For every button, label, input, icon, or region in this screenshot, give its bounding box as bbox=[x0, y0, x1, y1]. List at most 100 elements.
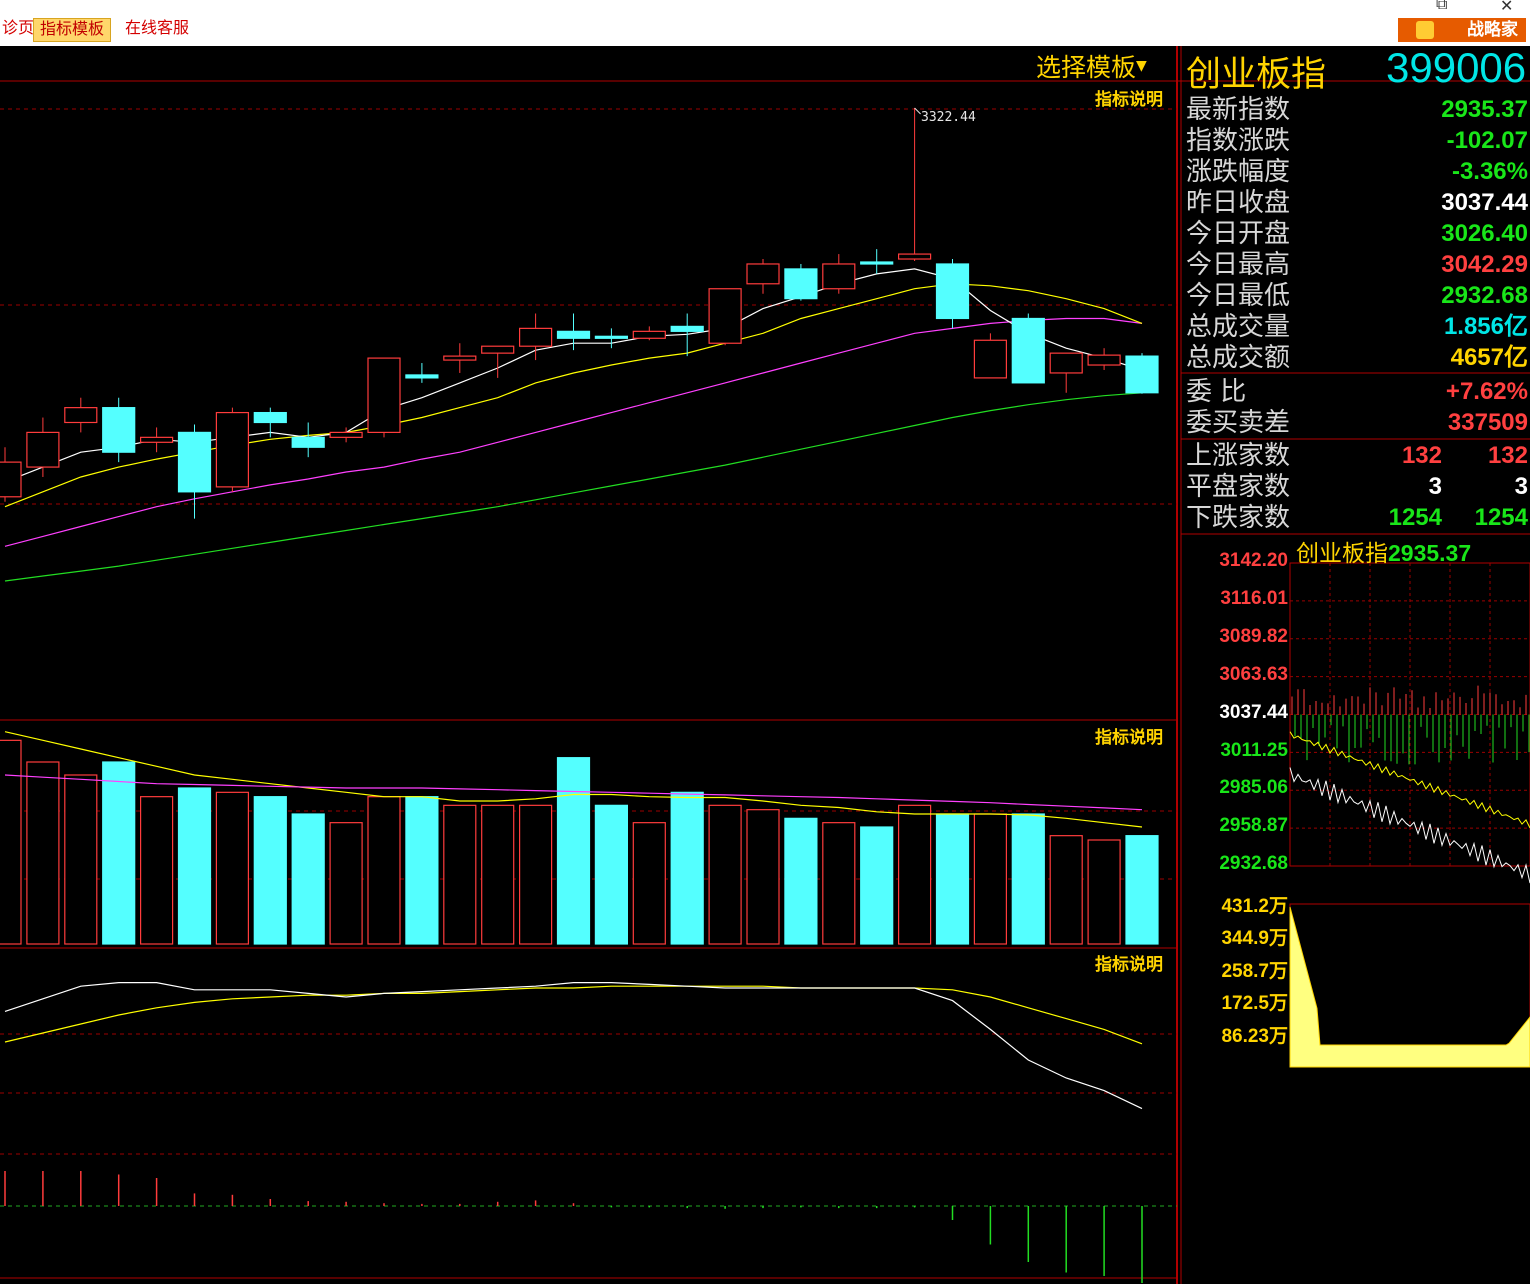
mini-volume-area bbox=[1289, 906, 1530, 1068]
chart-area bbox=[0, 46, 1530, 1284]
volume-bar bbox=[784, 817, 818, 945]
volume-bar bbox=[481, 804, 515, 945]
candle-body bbox=[405, 374, 439, 379]
mini-price-tick: 3089.82 bbox=[1219, 625, 1288, 647]
candle-body bbox=[822, 263, 856, 290]
candle-body bbox=[177, 431, 212, 493]
candle-body bbox=[594, 335, 629, 339]
volume-bar bbox=[102, 761, 136, 945]
volume-bar bbox=[632, 822, 666, 945]
volume-bar bbox=[443, 804, 477, 945]
quote-6-label: 今日最低 bbox=[1186, 281, 1291, 311]
mini-volume-tick: 344.9万 bbox=[1221, 928, 1288, 950]
volume-bar bbox=[746, 809, 780, 945]
breadth-1-value: 3 bbox=[1428, 473, 1442, 500]
volume-bar bbox=[0, 739, 22, 945]
mini-price-tick: 3063.63 bbox=[1219, 663, 1288, 685]
volume-bar bbox=[215, 791, 249, 945]
candle-body bbox=[1125, 355, 1159, 394]
mini-price-tick: 2985.06 bbox=[1219, 777, 1288, 799]
quote-4-label: 今日开盘 bbox=[1186, 219, 1291, 249]
candle-body bbox=[670, 325, 704, 332]
candle-body bbox=[973, 339, 1008, 379]
select-template-label: 选择模板 bbox=[1036, 53, 1137, 82]
order-0-value: +7.62% bbox=[1445, 378, 1528, 405]
candle-body bbox=[291, 436, 325, 448]
breadth-2-label: 下跌家数 bbox=[1186, 503, 1291, 533]
index-code: 399006 bbox=[1386, 44, 1527, 91]
tab-indicator-template[interactable]: 指标模板 bbox=[33, 18, 112, 42]
indicator-explain-1[interactable]: 指标说明 bbox=[1095, 85, 1163, 110]
candle-body bbox=[367, 357, 401, 433]
candle-body bbox=[708, 288, 742, 344]
breadth-0-label: 上涨家数 bbox=[1186, 441, 1291, 471]
breadth-1-label: 平盘家数 bbox=[1186, 472, 1291, 502]
quote-6-value: 2932.68 bbox=[1441, 282, 1528, 309]
strategist-button[interactable]: 战略家 bbox=[1398, 18, 1526, 42]
quote-2-label: 涨跌幅度 bbox=[1186, 157, 1291, 187]
volume-bar bbox=[1087, 839, 1121, 945]
volume-bar bbox=[935, 813, 970, 945]
ma5-line bbox=[4, 268, 1143, 483]
breadth-0-value-2: 132 bbox=[1487, 442, 1528, 469]
quote-8-label: 总成交额 bbox=[1186, 343, 1291, 373]
candle-body bbox=[1011, 317, 1045, 384]
tab-online-service[interactable]: 在线客服 bbox=[119, 18, 195, 40]
candle-body bbox=[632, 330, 666, 339]
mini-price-tick: 2932.68 bbox=[1219, 853, 1288, 875]
quote-7-label: 总成交量 bbox=[1186, 312, 1291, 342]
volume-bar bbox=[973, 813, 1008, 945]
mini-chart-title: 创业板指2935.37 bbox=[1296, 534, 1471, 568]
mini-volume-frame bbox=[1289, 903, 1530, 1068]
volume-bar bbox=[518, 804, 553, 945]
candle-body bbox=[1049, 352, 1083, 374]
order-1-label: 委买卖差 bbox=[1186, 408, 1291, 438]
ma60-line bbox=[4, 392, 1143, 582]
mini-avg-line bbox=[1289, 731, 1530, 829]
volume-bar bbox=[556, 757, 591, 945]
quote-0-label: 最新指数 bbox=[1186, 95, 1291, 125]
mini-chart-name: 创业板指 bbox=[1296, 541, 1388, 567]
order-1-value: 337509 bbox=[1447, 409, 1528, 436]
candle-body bbox=[102, 407, 136, 453]
candle-body bbox=[253, 411, 287, 424]
candle-body bbox=[935, 263, 970, 320]
candle-body bbox=[26, 431, 60, 468]
candle-body bbox=[140, 436, 174, 443]
mini-volume-tick: 431.2万 bbox=[1221, 896, 1288, 917]
quote-5-label: 今日最高 bbox=[1186, 250, 1291, 280]
candle-body bbox=[897, 253, 932, 260]
breadth-2-value: 1254 bbox=[1388, 504, 1442, 531]
mini-volume-tick: 258.7万 bbox=[1221, 960, 1288, 982]
osc-fast-line bbox=[4, 981, 1143, 1110]
volume-bar bbox=[1011, 813, 1045, 945]
volume-bar bbox=[860, 826, 894, 945]
indicator-explain-3[interactable]: 指标说明 bbox=[1095, 950, 1163, 975]
candle-body bbox=[64, 407, 98, 424]
candle-body bbox=[0, 461, 22, 498]
quote-1-label: 指数涨跌 bbox=[1186, 126, 1291, 156]
indicator-explain-2[interactable]: 指标说明 bbox=[1095, 723, 1163, 748]
candle-body bbox=[329, 431, 363, 438]
ma20-line bbox=[4, 317, 1143, 547]
candle-body bbox=[215, 411, 249, 488]
candle-body bbox=[860, 261, 894, 265]
mini-volume-tick: 86.23万 bbox=[1221, 1025, 1288, 1047]
volume-bar bbox=[64, 774, 98, 945]
restore-icon[interactable]: ⧉ bbox=[1436, 0, 1447, 14]
volume-bar bbox=[177, 787, 212, 945]
volume-bar bbox=[1125, 835, 1159, 945]
volume-bar bbox=[708, 804, 742, 945]
volume-bar bbox=[140, 796, 174, 945]
breadth-2-value-2: 1254 bbox=[1474, 504, 1528, 531]
candle-body bbox=[481, 345, 515, 354]
volume-bar bbox=[1049, 835, 1083, 945]
select-template-dropdown[interactable]: 选择模板▼ bbox=[1036, 48, 1147, 84]
quote-4-value: 3026.40 bbox=[1441, 220, 1528, 247]
breadth-0-value: 132 bbox=[1401, 442, 1442, 469]
quote-7-value: 1.856亿 bbox=[1443, 313, 1528, 340]
volume-bar bbox=[291, 813, 325, 945]
high-marker-label: 3322.44 bbox=[921, 110, 976, 125]
quote-8-value: 4657亿 bbox=[1450, 344, 1528, 371]
close-icon[interactable]: ✕ bbox=[1500, 0, 1513, 16]
